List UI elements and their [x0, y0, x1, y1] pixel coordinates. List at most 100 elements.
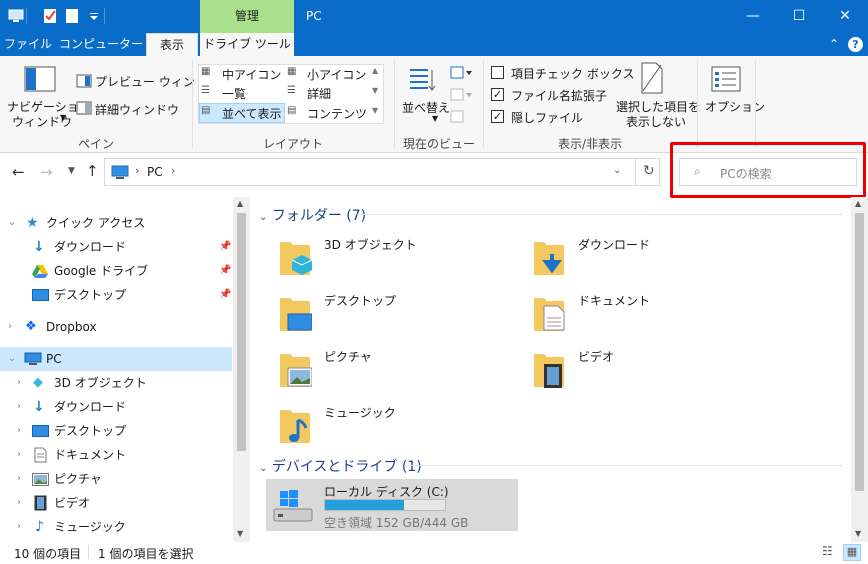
layout-small-icons[interactable]: 小アイコン [307, 66, 366, 83]
item-checkbox-label[interactable]: 項目チェック ボックス [511, 65, 634, 82]
details-pane-icon[interactable] [76, 101, 92, 115]
group-by-icon[interactable] [450, 66, 474, 80]
chevron-down-icon[interactable]: ⌄ [259, 212, 267, 223]
sort-button[interactable]: 並べ替え [402, 99, 450, 116]
refresh-icon[interactable]: ↻ [643, 163, 655, 179]
nav-quick-google-drive[interactable]: Google ドライブ 📌 [0, 259, 232, 283]
breadcrumb-separator-icon[interactable]: › [171, 164, 175, 177]
nav-pc-music[interactable]: › ♪ ミュージック [0, 515, 232, 539]
layout-tiles[interactable]: 並べて表示 [222, 105, 282, 122]
nav-pane-scrollbar[interactable]: ▲ ▼ [233, 197, 250, 542]
recent-locations-icon[interactable]: ▼ [68, 166, 75, 176]
layout-medium-icons[interactable]: 中アイコン [222, 66, 281, 83]
options-icon[interactable] [711, 66, 741, 92]
computer-icon[interactable] [8, 8, 24, 24]
scroll-up-icon[interactable]: ▲ [855, 199, 861, 208]
nav-pc-desktop[interactable]: › デスクトップ [0, 419, 232, 443]
nav-pc-download[interactable]: › ↓ ダウンロード [0, 395, 232, 419]
gallery-expand-icon[interactable]: ▼ [372, 106, 378, 115]
chevron-down-icon[interactable]: ▼ [432, 114, 438, 123]
nav-pc-3d-objects[interactable]: › ◆ 3D オブジェクト [0, 371, 232, 395]
nav-pc-documents[interactable]: › ドキュメント [0, 443, 232, 467]
quick-access-dropdown-icon[interactable] [86, 8, 102, 24]
drive-c[interactable]: ローカル ディスク (C:) 空き領域 152 GB/444 GB [266, 479, 518, 531]
new-folder-icon[interactable] [64, 8, 80, 24]
chevron-down-icon[interactable]: ⌄ [8, 211, 16, 235]
address-dropdown-icon[interactable]: ⌄ [613, 165, 621, 176]
chevron-down-icon[interactable]: ⌄ [8, 347, 16, 371]
pin-icon[interactable]: 📌 [219, 235, 231, 259]
hide-selected-label-2[interactable]: 表示しない [626, 113, 686, 130]
item-checkbox-toggle[interactable] [491, 66, 504, 79]
tab-view[interactable]: 表示 [146, 33, 198, 56]
forward-icon[interactable]: → [40, 163, 53, 181]
chevron-right-icon[interactable]: › [17, 371, 21, 395]
folder-pictures[interactable]: ピクチャ [278, 346, 518, 392]
nav-quick-download[interactable]: ↓ ダウンロード 📌 [0, 235, 232, 259]
close-button[interactable]: ✕ [822, 0, 868, 33]
gallery-scroll-down-icon[interactable]: ▼ [372, 86, 378, 95]
gallery-scroll-up-icon[interactable]: ▲ [372, 66, 378, 75]
details-view-icon[interactable]: ☷ [822, 544, 833, 558]
sort-icon[interactable] [408, 66, 436, 96]
navigation-pane-icon[interactable] [24, 66, 56, 92]
nav-pc[interactable]: ⌄ PC [0, 347, 232, 371]
scroll-down-icon[interactable]: ▼ [237, 529, 243, 538]
address-bar[interactable]: › PC › ⌄ ↻ [104, 158, 660, 186]
content-scrollbar[interactable]: ▲ ▼ [851, 197, 868, 542]
maximize-button[interactable]: ☐ [776, 0, 822, 33]
nav-pc-pictures[interactable]: › ピクチャ [0, 467, 232, 491]
layout-content[interactable]: コンテンツ [307, 105, 367, 122]
hide-selected-icon[interactable] [640, 62, 664, 94]
folders-group-header[interactable]: ⌄ フォルダー (7) [259, 205, 366, 225]
chevron-right-icon[interactable]: › [17, 467, 21, 491]
hidden-items-checkbox[interactable]: ✓ [491, 110, 504, 123]
nav-quick-access[interactable]: ⌄ ★ クイック アクセス [0, 211, 232, 235]
back-icon[interactable]: ← [12, 163, 25, 181]
chevron-right-icon[interactable]: › [17, 395, 21, 419]
folder-videos[interactable]: ビデオ [532, 346, 772, 392]
file-extensions-label[interactable]: ファイル名拡張子 [511, 87, 607, 104]
layout-list[interactable]: 一覧 [222, 85, 246, 102]
pin-icon[interactable]: 📌 [219, 259, 231, 283]
tab-computer[interactable]: コンピューター [58, 33, 144, 56]
tab-file[interactable]: ファイル [0, 33, 56, 56]
context-tab-manage[interactable]: 管理 [200, 0, 294, 33]
add-columns-icon[interactable] [450, 88, 474, 102]
chevron-right-icon[interactable]: › [17, 443, 21, 467]
folder-documents[interactable]: ドキュメント [532, 290, 772, 336]
devices-group-header[interactable]: ⌄ デバイスとドライブ (1) [259, 456, 422, 476]
chevron-right-icon[interactable]: › [17, 491, 21, 515]
chevron-right-icon[interactable]: › [8, 315, 12, 339]
up-icon[interactable]: ↑ [86, 162, 99, 180]
minimize-button[interactable]: — [730, 0, 776, 33]
collapse-ribbon-icon[interactable]: ⌃ [824, 33, 844, 56]
help-icon[interactable]: ? [848, 37, 863, 52]
tab-drive-tools[interactable]: ドライブ ツール [200, 33, 294, 56]
layout-details[interactable]: 詳細 [307, 85, 331, 102]
nav-pc-videos[interactable]: › ビデオ [0, 491, 232, 515]
hidden-items-label[interactable]: 隠しファイル [511, 109, 583, 126]
details-pane-button[interactable]: 詳細ウィンドウ [95, 101, 179, 118]
properties-icon[interactable] [42, 8, 58, 24]
large-icons-view-icon[interactable]: ▦ [843, 544, 861, 561]
folder-3d-objects[interactable]: 3D オブジェクト [278, 234, 518, 280]
nav-dropbox[interactable]: › ❖ Dropbox [0, 315, 232, 339]
scroll-down-icon[interactable]: ▼ [855, 529, 861, 538]
chevron-right-icon[interactable]: › [17, 419, 21, 443]
size-columns-icon[interactable] [450, 110, 474, 124]
chevron-down-icon[interactable]: ▼ [60, 113, 66, 122]
file-extensions-checkbox[interactable]: ✓ [491, 88, 504, 101]
folder-downloads[interactable]: ダウンロード [532, 234, 772, 280]
chevron-right-icon[interactable]: › [17, 515, 21, 539]
breadcrumb-pc[interactable]: PC [147, 165, 163, 179]
breadcrumb-separator-icon[interactable]: › [135, 164, 139, 177]
scroll-thumb[interactable] [237, 213, 246, 451]
options-button[interactable]: オプション [705, 98, 765, 115]
pin-icon[interactable]: 📌 [219, 283, 231, 307]
folder-desktop[interactable]: デスクトップ [278, 290, 518, 336]
folder-music[interactable]: ミュージック [278, 402, 518, 448]
nav-quick-desktop[interactable]: デスクトップ 📌 [0, 283, 232, 307]
scroll-thumb[interactable] [855, 213, 864, 491]
chevron-down-icon[interactable]: ⌄ [259, 463, 267, 474]
